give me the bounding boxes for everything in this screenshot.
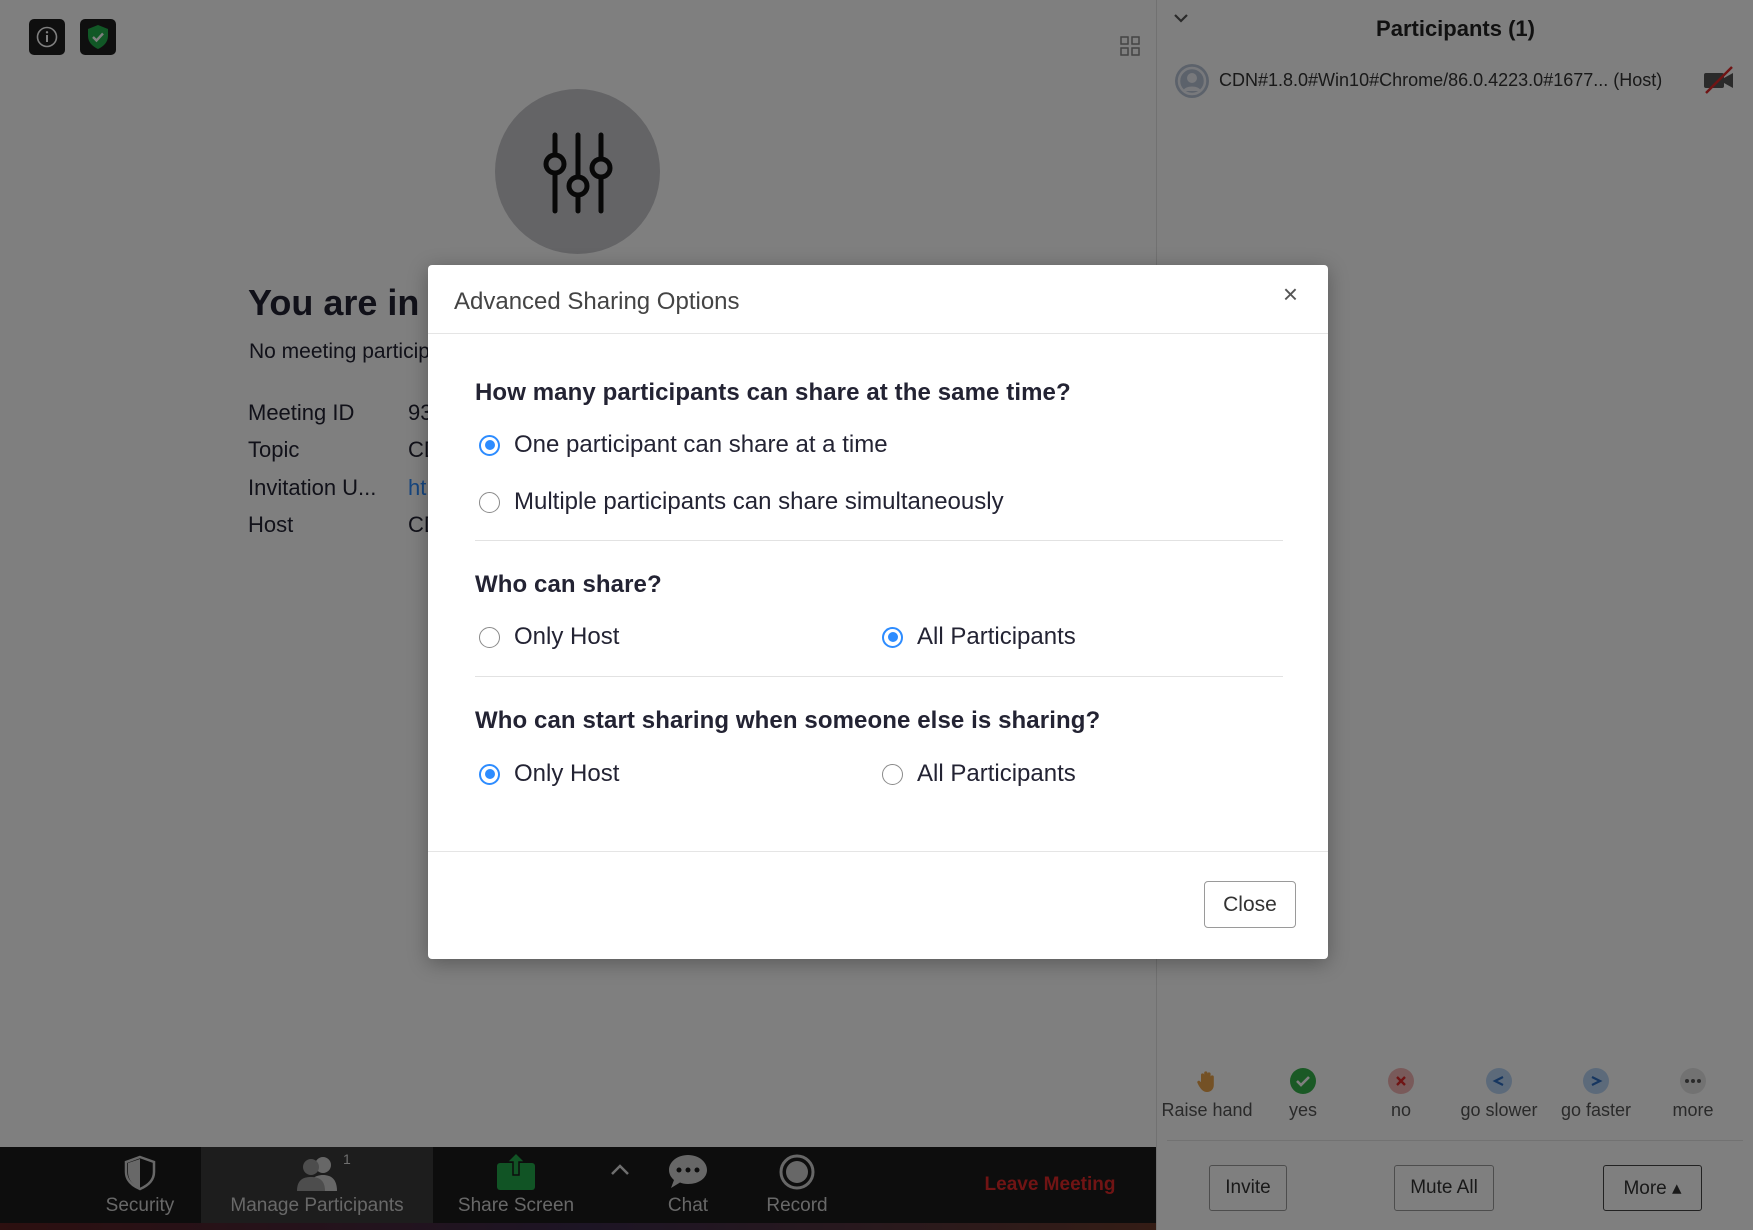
- radio-button[interactable]: [479, 763, 500, 785]
- option-label: All Participants: [917, 623, 1076, 650]
- radio-button[interactable]: [479, 434, 500, 456]
- option-label: Only Host: [514, 623, 620, 650]
- option-one-participant[interactable]: One participant can share at a time: [479, 431, 888, 459]
- radio-button[interactable]: [882, 626, 903, 648]
- advanced-sharing-options-dialog: Advanced Sharing Options × How many part…: [428, 265, 1328, 959]
- radio-button[interactable]: [882, 763, 903, 785]
- question-share-count: How many participants can share at the s…: [475, 379, 1071, 406]
- dialog-header: Advanced Sharing Options ×: [428, 265, 1328, 334]
- option-label: Only Host: [514, 760, 620, 787]
- option-only-host[interactable]: Only Host: [479, 760, 619, 788]
- close-icon[interactable]: ×: [1283, 281, 1298, 307]
- option-label: One participant can share at a time: [514, 431, 888, 458]
- divider: [475, 676, 1283, 677]
- radio-button[interactable]: [479, 491, 500, 513]
- divider: [475, 540, 1283, 541]
- option-all-participants[interactable]: All Participants: [882, 760, 1076, 788]
- option-label: All Participants: [917, 760, 1076, 787]
- option-label: Multiple participants can share simultan…: [514, 488, 1004, 515]
- radio-button[interactable]: [479, 626, 500, 648]
- question-who-can-start-sharing: Who can start sharing when someone else …: [475, 707, 1101, 734]
- question-who-can-share: Who can share?: [475, 571, 662, 598]
- dialog-title: Advanced Sharing Options: [454, 288, 740, 315]
- option-all-participants[interactable]: All Participants: [882, 623, 1076, 651]
- divider: [428, 851, 1328, 852]
- option-multiple-participants[interactable]: Multiple participants can share simultan…: [479, 488, 1004, 516]
- option-only-host[interactable]: Only Host: [479, 623, 619, 651]
- close-button[interactable]: Close: [1204, 881, 1296, 928]
